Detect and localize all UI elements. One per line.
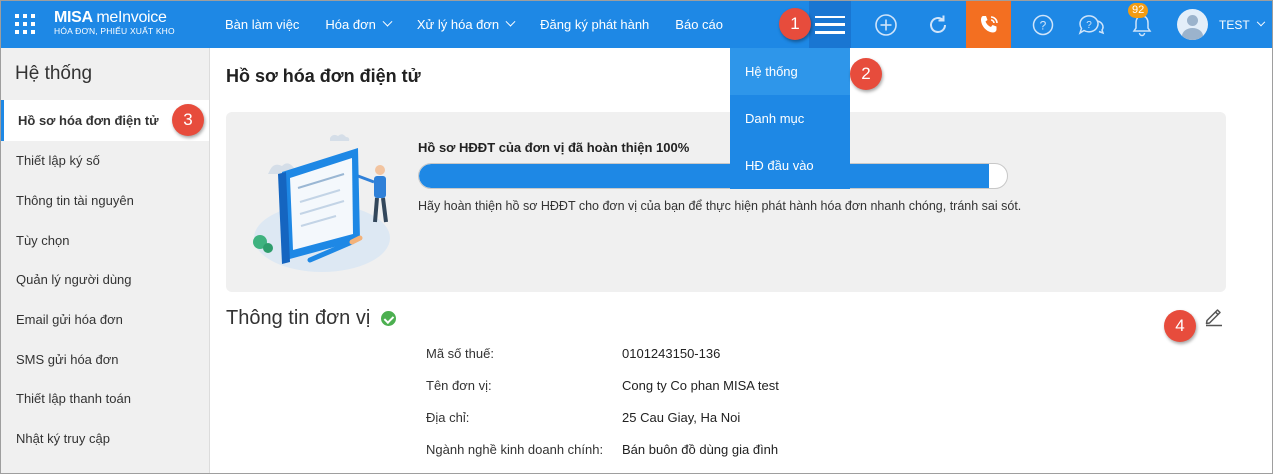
logo[interactable]: MISA meInvoice HÓA ĐƠN, PHIẾU XUẤT KHO xyxy=(54,9,175,37)
svg-text:?: ? xyxy=(1040,18,1047,32)
nav-hoa-don[interactable]: Hóa đơn xyxy=(312,1,403,48)
info-value-business-line: Bán buôn đồ dùng gia đình xyxy=(622,442,779,457)
dropdown-item-danh-muc[interactable]: Danh mục xyxy=(730,95,850,142)
top-bar: MISA meInvoice HÓA ĐƠN, PHIẾU XUẤT KHO B… xyxy=(1,1,1272,48)
nav-label: Bàn làm việc xyxy=(225,17,300,32)
info-value-company-name: Cong ty Co phan MISA test xyxy=(622,378,779,393)
user-menu[interactable]: TEST xyxy=(1177,9,1265,40)
sidebar-item-label: Nhật ký truy cập xyxy=(16,431,110,447)
progress-fill xyxy=(419,164,990,188)
avatar xyxy=(1177,9,1208,40)
help-icon[interactable]: ? xyxy=(1023,1,1063,48)
apps-grid-icon[interactable] xyxy=(15,14,35,34)
nav-label: Đăng ký phát hành xyxy=(540,17,650,32)
info-label-tax-code: Mã số thuế: xyxy=(426,346,494,361)
svg-text:?: ? xyxy=(1086,20,1092,31)
sidebar-item-tuy-chon[interactable]: Tùy chọn xyxy=(1,220,209,260)
callout-marker-3: 3 xyxy=(172,104,204,136)
logo-main-light: meInvoice xyxy=(96,9,167,26)
sidebar-item-label: Thiết lập thanh toán xyxy=(16,391,131,407)
sidebar-item-label: Thông tin tài nguyên xyxy=(16,193,134,209)
dropdown-item-label: HĐ đầu vào xyxy=(745,158,814,173)
sidebar-item-label: SMS gửi hóa đơn xyxy=(16,351,119,367)
chat-icon[interactable]: ? xyxy=(1068,1,1113,48)
sidebar-item-quan-ly-nguoi-dung[interactable]: Quản lý người dùng xyxy=(1,260,209,300)
sidebar-item-email-gui-hoa-don[interactable]: Email gửi hóa đơn xyxy=(1,300,209,340)
nav-label: Xử lý hóa đơn xyxy=(416,17,500,32)
page-title: Hồ sơ hóa đơn điện tử xyxy=(226,66,421,86)
section-title-label: Thông tin đơn vị xyxy=(226,307,371,329)
hamburger-menu-button[interactable] xyxy=(809,1,851,48)
nav-ban-lam-viec[interactable]: Bàn làm việc xyxy=(212,1,312,48)
info-label-business-line: Ngành nghề kinh doanh chính: xyxy=(426,442,604,457)
sidebar-item-thong-tin-tai-nguyen[interactable]: Thông tin tài nguyên xyxy=(1,181,209,221)
callout-marker-4: 4 xyxy=(1164,310,1196,342)
nav-bao-cao[interactable]: Báo cáo xyxy=(662,1,736,48)
nav-xu-ly-hoa-don[interactable]: Xử lý hóa đơn xyxy=(404,1,527,48)
phone-icon[interactable] xyxy=(966,1,1011,48)
sidebar-item-thiet-lap-thanh-toan[interactable]: Thiết lập thanh toán xyxy=(1,379,209,419)
notification-badge: 92 xyxy=(1128,3,1149,18)
hamburger-icon xyxy=(815,15,845,34)
profile-status-card: Hồ sơ HĐĐT của đơn vị đã hoàn thiện 100%… xyxy=(226,112,1226,292)
sidebar-item-nhat-ky-truy-cap[interactable]: Nhật ký truy cập xyxy=(1,419,209,459)
sidebar-item-label: Tùy chọn xyxy=(16,232,70,248)
sidebar-item-thiet-lap-ky-so[interactable]: Thiết lập ký số xyxy=(1,141,209,181)
logo-subtitle: HÓA ĐƠN, PHIẾU XUẤT KHO xyxy=(54,26,175,36)
info-label-company-name: Tên đơn vị: xyxy=(426,378,492,393)
main-nav: Bàn làm việc Hóa đơn Xử lý hóa đơn Đăng … xyxy=(212,1,736,48)
check-circle-icon xyxy=(381,311,397,326)
callout-marker-1: 1 xyxy=(779,8,811,40)
logo-main-bold: MISA xyxy=(54,9,93,26)
chevron-down-icon xyxy=(1256,17,1265,26)
sidebar-item-label: Thiết lập ký số xyxy=(16,153,100,169)
sidebar-title: Hệ thống xyxy=(15,63,93,84)
nav-label: Báo cáo xyxy=(675,17,723,32)
sidebar-item-label: Hồ sơ hóa đơn điện tử xyxy=(18,113,159,128)
illustration-image xyxy=(253,134,390,272)
sidebar-item-label: Email gửi hóa đơn xyxy=(16,312,123,328)
callout-marker-2: 2 xyxy=(850,58,882,90)
info-value-tax-code: 0101243150-136 xyxy=(622,346,721,361)
profile-progress-bar xyxy=(418,163,1008,189)
refresh-icon[interactable] xyxy=(918,1,958,48)
sidebar-item-sms-gui-hoa-don[interactable]: SMS gửi hóa đơn xyxy=(1,339,209,379)
section-title: Thông tin đơn vị xyxy=(226,307,397,330)
info-label-address: Địa chỉ: xyxy=(426,410,470,425)
user-name: TEST xyxy=(1219,17,1250,32)
dropdown-item-label: Danh mục xyxy=(745,111,805,126)
nav-label: Hóa đơn xyxy=(325,17,376,32)
chevron-down-icon xyxy=(505,16,516,27)
dropdown-item-label: Hệ thống xyxy=(745,64,798,79)
profile-status-title: Hồ sơ HĐĐT của đơn vị đã hoàn thiện 100% xyxy=(418,140,690,155)
pencil-icon xyxy=(1205,309,1222,327)
nav-dang-ky-phat-hanh[interactable]: Đăng ký phát hành xyxy=(527,1,662,48)
dropdown-item-he-thong[interactable]: Hệ thống xyxy=(730,48,850,95)
plus-circle-icon[interactable] xyxy=(866,1,906,48)
info-value-address: 25 Cau Giay, Ha Noi xyxy=(622,410,741,425)
app-window: MISA meInvoice HÓA ĐƠN, PHIẾU XUẤT KHO B… xyxy=(0,0,1273,474)
edit-button[interactable] xyxy=(1203,305,1225,327)
sidebar-item-label: Quản lý người dùng xyxy=(16,272,132,288)
dropdown-item-hd-dau-vao[interactable]: HĐ đầu vào xyxy=(730,142,850,189)
system-dropdown-menu: Hệ thống Danh mục HĐ đầu vào xyxy=(730,48,850,189)
profile-status-description: Hãy hoàn thiện hồ sơ HĐĐT cho đơn vị của… xyxy=(418,199,1022,213)
chevron-down-icon xyxy=(382,16,393,27)
